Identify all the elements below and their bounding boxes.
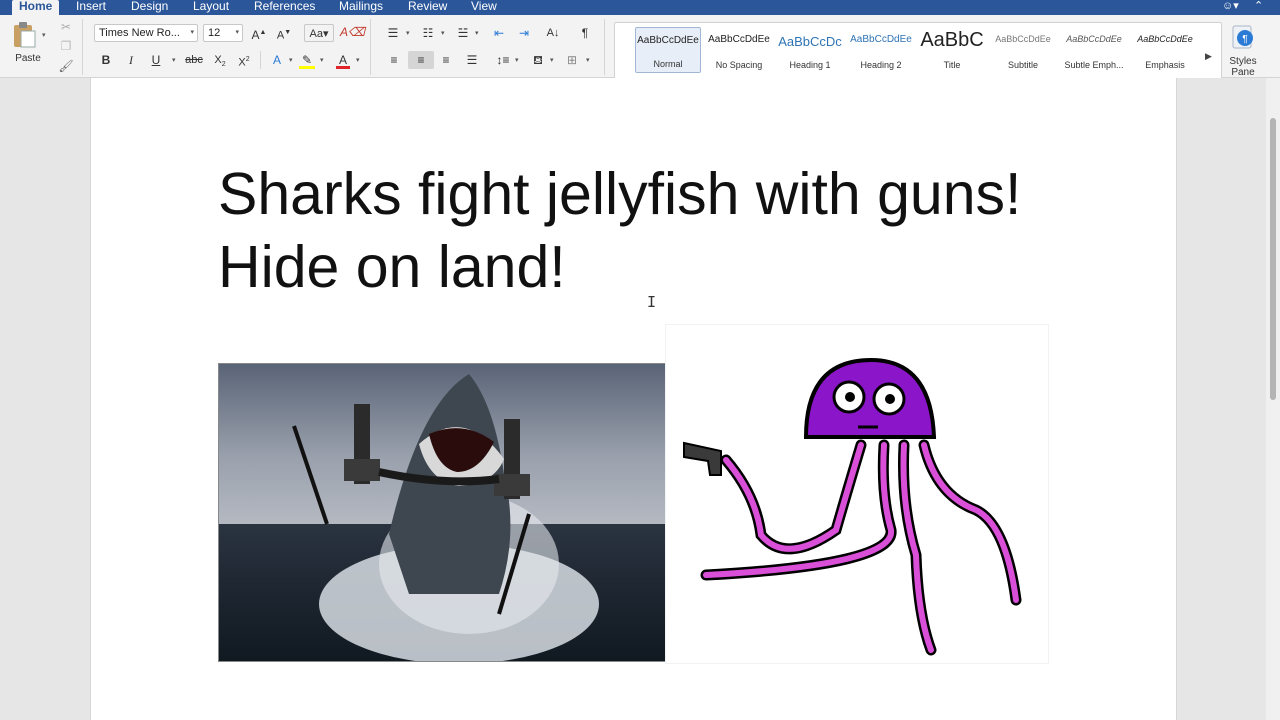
increase-indent-icon[interactable]: ⇥ [513, 24, 535, 42]
sort-icon[interactable]: A↓ [541, 24, 565, 42]
font-size-value: 12 [208, 27, 221, 39]
style-sample: AaBbCcDdEe [637, 35, 699, 46]
borders-icon[interactable]: ⊞ [562, 51, 582, 69]
tab-design[interactable]: Design [131, 0, 168, 15]
smiley-icon[interactable]: ☺▾ [1222, 0, 1239, 15]
tab-home[interactable]: Home [12, 0, 60, 15]
style-sample: AaBbCcDdEe [850, 34, 912, 45]
align-right-icon[interactable]: ≡ [435, 51, 457, 69]
subscript-button[interactable]: X2 [210, 51, 230, 69]
gallery-next-icon[interactable]: ▶ [1205, 51, 1212, 62]
tab-review[interactable]: Review [408, 0, 447, 15]
text-effects-icon[interactable]: A [266, 51, 288, 69]
tab-insert[interactable]: Insert [76, 0, 106, 15]
superscript-button[interactable]: X2 [234, 51, 254, 69]
style-subtle-emphasis[interactable]: AaBbCcDdEe Subtle Emph... [1061, 27, 1127, 73]
headline-line-1: Sharks fight jellyfish with guns! [218, 161, 1022, 227]
style-name: Normal [653, 59, 683, 69]
document-area: Sharks fight jellyfish with guns! Hide o… [0, 78, 1266, 720]
style-emphasis[interactable]: AaBbCcDdEe Emphasis [1132, 27, 1198, 73]
underline-button[interactable]: U [147, 51, 165, 69]
text-cursor-icon: I [647, 293, 657, 311]
copy-icon[interactable]: ❐ [58, 37, 74, 55]
change-case-button[interactable]: Aa▾ [304, 24, 334, 42]
style-sample: AaBbCcDdEe [995, 34, 1051, 44]
collapse-ribbon-icon[interactable]: ⌃ [1254, 0, 1263, 15]
ribbon-tab-bar: Home Insert Design Layout References Mai… [0, 0, 1280, 15]
format-painter-icon[interactable]: 🖌 [58, 57, 74, 75]
italic-button[interactable]: I [122, 51, 140, 69]
style-name: Heading 1 [789, 60, 831, 70]
pilcrow-icon[interactable]: ¶ [575, 24, 595, 42]
style-heading-2[interactable]: AaBbCcDdEe Heading 2 [848, 27, 914, 73]
svg-text:¶: ¶ [1242, 34, 1247, 45]
font-color-icon[interactable]: A [334, 51, 352, 69]
style-name: No Spacing [715, 60, 763, 70]
style-sample: AaBbC [920, 29, 984, 51]
tab-layout[interactable]: Layout [193, 0, 229, 15]
styles-pane-label-2: Pane [1231, 67, 1255, 78]
decrease-indent-icon[interactable]: ⇤ [488, 24, 510, 42]
style-sample: AaBbCcDc [778, 34, 842, 49]
style-name: Heading 2 [860, 60, 902, 70]
numbering-icon[interactable]: ☷ [417, 24, 439, 42]
scrollbar-thumb[interactable] [1270, 118, 1276, 400]
style-name: Title [943, 60, 961, 70]
align-left-icon[interactable]: ≡ [383, 51, 405, 69]
clear-formatting-icon[interactable]: A⌫ [340, 23, 365, 41]
style-name: Subtitle [1007, 60, 1039, 70]
style-sample: AaBbCcDdEe [1066, 34, 1122, 44]
styles-pane-icon: ¶ [1232, 25, 1253, 49]
style-subtitle[interactable]: AaBbCcDdEe Subtitle [990, 27, 1056, 73]
styles-pane-label-1: Styles [1229, 56, 1257, 67]
grow-font-button[interactable]: A▲ [249, 24, 269, 42]
shading-icon[interactable]: ⛾ [527, 51, 549, 69]
shark-image[interactable] [218, 363, 666, 662]
paste-icon[interactable] [11, 21, 37, 49]
paste-label[interactable]: Paste [8, 53, 48, 64]
multilevel-list-icon[interactable]: ☱ [452, 24, 474, 42]
headline-line-2: Hide on land! [218, 234, 566, 300]
shrink-font-button[interactable]: A▼ [274, 24, 294, 42]
highlight-icon[interactable]: ✎ [297, 51, 317, 69]
style-name: Subtle Emph... [1064, 60, 1124, 70]
style-sample: AaBbCcDdEe [1137, 34, 1193, 44]
style-normal[interactable]: AaBbCcDdEe Normal [635, 27, 701, 73]
document-page[interactable]: Sharks fight jellyfish with guns! Hide o… [90, 78, 1177, 720]
justify-icon[interactable]: ☰ [461, 51, 483, 69]
tab-mailings[interactable]: Mailings [339, 0, 383, 15]
style-sample: AaBbCcDdEe [708, 34, 770, 45]
strikethrough-button[interactable]: abc [182, 51, 206, 69]
style-title[interactable]: AaBbC Title [919, 27, 985, 73]
tab-references[interactable]: References [254, 0, 315, 15]
document-headline[interactable]: Sharks fight jellyfish with guns! Hide o… [218, 158, 1118, 304]
style-heading-1[interactable]: AaBbCcDc Heading 1 [777, 27, 843, 73]
style-no-spacing[interactable]: AaBbCcDdEe No Spacing [706, 27, 772, 73]
vertical-scrollbar[interactable] [1266, 78, 1280, 720]
line-spacing-icon[interactable]: ↕≡ [492, 51, 514, 69]
bold-button[interactable]: B [97, 51, 115, 69]
tab-view[interactable]: View [471, 0, 497, 15]
font-size-dropdown[interactable]: 12 ▾ [203, 24, 243, 42]
font-family-dropdown[interactable]: Times New Ro... ▾ [94, 24, 198, 42]
ribbon: ▾ Paste ✂ ❐ 🖌 Times New Ro... ▾ 12 ▾ A▲ A▼… [0, 15, 1280, 88]
bullets-icon[interactable]: ☰ [382, 24, 404, 42]
jellyfish-image[interactable] [665, 324, 1049, 664]
style-name: Emphasis [1145, 60, 1185, 70]
cut-icon[interactable]: ✂ [58, 18, 74, 36]
align-center-icon[interactable]: ≡ [408, 51, 434, 69]
font-family-value: Times New Ro... [99, 27, 180, 39]
